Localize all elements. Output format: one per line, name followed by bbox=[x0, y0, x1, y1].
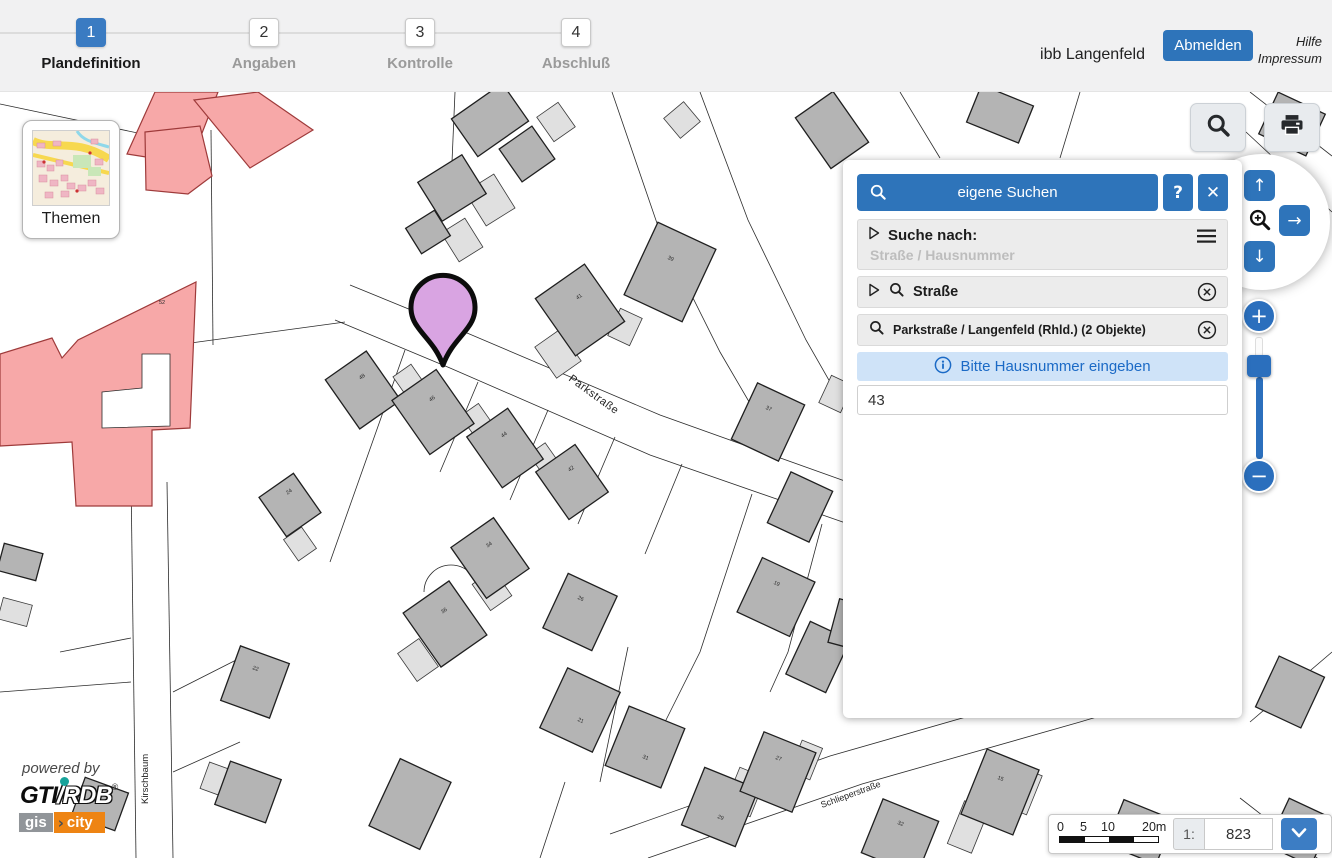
search-category-value: Straße / Hausnummer bbox=[870, 247, 1217, 263]
step-number-badge[interactable]: 1 bbox=[76, 18, 106, 47]
help-icon: ? bbox=[1173, 183, 1183, 203]
expand-triangle-icon[interactable] bbox=[868, 283, 880, 302]
map-search-button[interactable] bbox=[1190, 103, 1246, 152]
step-number-badge[interactable]: 2 bbox=[249, 18, 279, 47]
clear-row-icon[interactable] bbox=[1197, 282, 1217, 302]
scale-tick-label: 20m bbox=[1142, 820, 1166, 834]
arrow-down-icon: ↓ bbox=[1252, 247, 1266, 267]
zoom-out-button[interactable]: − bbox=[1242, 459, 1276, 493]
gis-city-logo: gis ›city bbox=[18, 812, 105, 833]
step-label: Abschluß bbox=[496, 55, 656, 72]
location-marker-pin[interactable] bbox=[411, 275, 475, 365]
search-icon bbox=[868, 319, 885, 341]
magnifier-plus-icon bbox=[1247, 220, 1273, 237]
svg-text:52: 52 bbox=[159, 300, 165, 306]
zoom-slider-track[interactable] bbox=[1256, 377, 1263, 459]
step-label: Angaben bbox=[184, 55, 344, 72]
printer-icon bbox=[1278, 111, 1306, 144]
scale-widget: 0 5 10 20m 1: bbox=[1048, 814, 1332, 854]
house-number-input[interactable] bbox=[857, 385, 1228, 415]
scale-value-input[interactable] bbox=[1205, 818, 1273, 850]
step-number-badge[interactable]: 4 bbox=[561, 18, 591, 47]
hint-text: Bitte Hausnummer eingeben bbox=[960, 358, 1150, 375]
minus-icon: − bbox=[1250, 466, 1268, 487]
house-number-hint: Bitte Hausnummer eingeben bbox=[857, 352, 1228, 381]
themes-map-thumbnail bbox=[32, 130, 110, 206]
street-label-kirschbaum: Kirschbaum bbox=[140, 754, 151, 804]
logo-dot bbox=[60, 777, 69, 786]
logout-button[interactable]: Abmelden bbox=[1163, 30, 1253, 61]
step-label: Kontrolle bbox=[340, 55, 500, 72]
pan-right-button[interactable]: → bbox=[1279, 205, 1310, 236]
search-icon bbox=[1204, 111, 1232, 144]
scale-tick-label: 0 bbox=[1057, 820, 1064, 834]
scale-bar: 0 5 10 20m bbox=[1059, 820, 1165, 848]
wizard-header: 1 Plandefinition 2 Angaben 3 Kontrolle 4… bbox=[0, 0, 1332, 92]
zoom-in-button[interactable]: + bbox=[1242, 299, 1276, 333]
pan-up-button[interactable]: ↑ bbox=[1244, 170, 1275, 201]
scale-ratio-prefix: 1: bbox=[1173, 818, 1205, 850]
close-icon: ✕ bbox=[1206, 183, 1220, 203]
street-label-schlieperstrasse: Schlieperstraße bbox=[819, 779, 882, 810]
street-result-row[interactable]: Parkstraße / Langenfeld (Rhld.) (2 Objek… bbox=[857, 314, 1228, 346]
street-result-label: Parkstraße / Langenfeld (Rhld.) (2 Objek… bbox=[893, 323, 1146, 337]
pan-down-button[interactable]: ↓ bbox=[1244, 241, 1275, 272]
chevron-down-icon bbox=[1291, 827, 1307, 842]
search-category-row[interactable]: Suche nach: Straße / Hausnummer bbox=[857, 219, 1228, 270]
step-number-badge[interactable]: 3 bbox=[405, 18, 435, 47]
imprint-link[interactable]: Impressum bbox=[1258, 51, 1322, 68]
search-icon bbox=[888, 281, 905, 303]
street-search-row[interactable]: Straße bbox=[857, 276, 1228, 308]
zoom-rectangle-tool[interactable] bbox=[1247, 207, 1273, 233]
arrow-up-icon: ↑ bbox=[1252, 176, 1266, 196]
zoom-slider-handle[interactable] bbox=[1247, 355, 1271, 377]
account-name: ibb Langenfeld bbox=[1040, 46, 1145, 64]
step-label: Plandefinition bbox=[11, 55, 171, 72]
own-searches-button[interactable]: eigene Suchen bbox=[857, 174, 1158, 211]
own-searches-label: eigene Suchen bbox=[957, 184, 1057, 201]
info-icon bbox=[934, 356, 952, 378]
arrow-right-icon: → bbox=[1287, 211, 1301, 231]
clear-row-icon[interactable] bbox=[1197, 320, 1217, 340]
scale-dropdown-button[interactable] bbox=[1281, 818, 1317, 850]
help-link[interactable]: Hilfe bbox=[1258, 34, 1322, 51]
search-icon bbox=[868, 182, 888, 206]
scale-tick-label: 10 bbox=[1101, 820, 1115, 834]
expand-triangle-icon[interactable] bbox=[868, 226, 880, 245]
powered-by-text: powered by bbox=[22, 760, 100, 777]
logo-arrow-icon: › bbox=[58, 814, 64, 832]
menu-icon[interactable] bbox=[1197, 228, 1217, 244]
themes-panel-button[interactable]: Themen bbox=[22, 120, 120, 239]
panel-help-button[interactable]: ? bbox=[1163, 174, 1193, 211]
street-row-label: Straße bbox=[913, 284, 958, 300]
search-category-label: Suche nach: bbox=[888, 227, 1189, 244]
themes-panel-label: Themen bbox=[32, 210, 110, 228]
scale-tick-label: 5 bbox=[1080, 820, 1087, 834]
gti-rdb-logo: GTI/RDB® bbox=[20, 782, 118, 810]
plus-icon: + bbox=[1250, 306, 1268, 327]
search-panel: eigene Suchen ? ✕ Suche nach: Straße / bbox=[843, 160, 1242, 718]
map-print-button[interactable] bbox=[1264, 103, 1320, 152]
zoom-slider-track-top[interactable] bbox=[1255, 337, 1263, 357]
panel-close-button[interactable]: ✕ bbox=[1198, 174, 1228, 211]
